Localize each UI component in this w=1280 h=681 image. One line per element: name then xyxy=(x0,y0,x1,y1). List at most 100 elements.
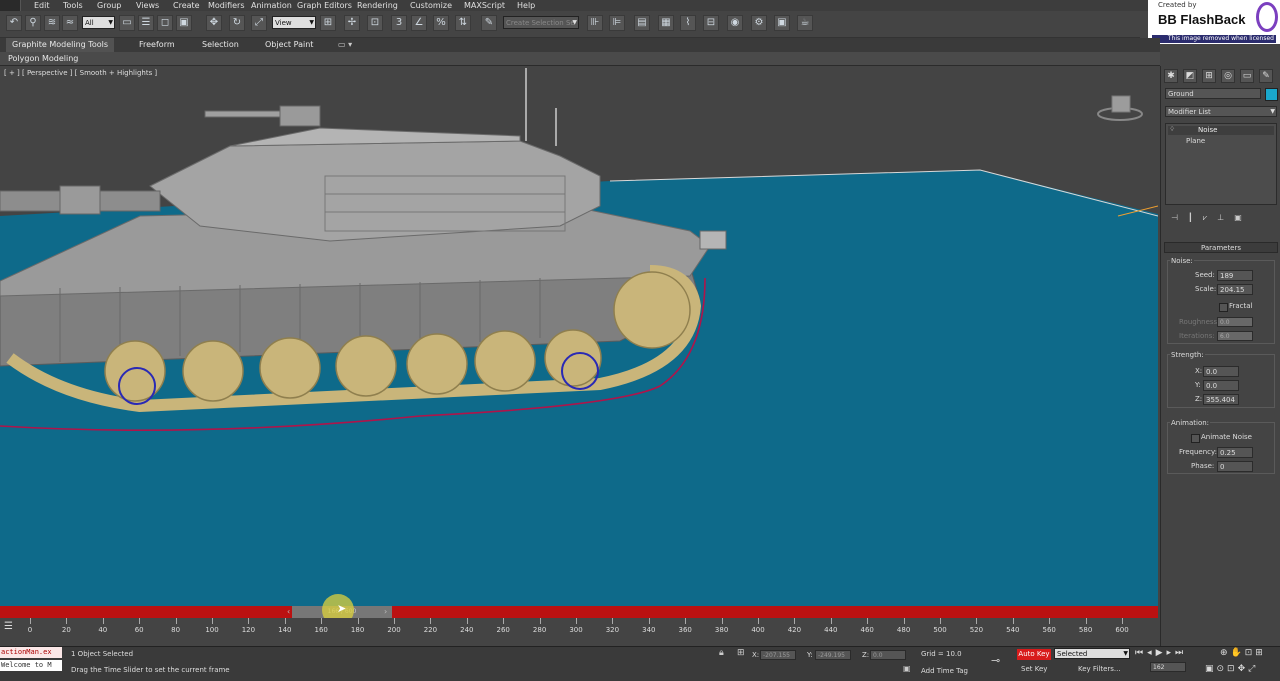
align-icon[interactable]: ⊫ xyxy=(609,15,625,31)
viewport-label[interactable]: [ + ] [ Perspective ] [ Smooth + Highlig… xyxy=(4,69,157,77)
menu-rendering[interactable]: Rendering xyxy=(357,0,398,11)
status-y-field[interactable]: -249.195 xyxy=(815,650,851,660)
named-selection-sets-dropdown[interactable]: Create Selection Se ▼ xyxy=(503,16,579,29)
viewport-navigation-controls-2[interactable]: ▣⊙⊡✥⤢ xyxy=(1205,664,1258,674)
roughness-spinner[interactable]: 0.0 xyxy=(1217,317,1253,327)
graphite-toggle-icon[interactable]: ▦ xyxy=(658,15,674,31)
menu-create[interactable]: Create xyxy=(173,0,200,11)
status-z-field[interactable]: 0.0 xyxy=(870,650,906,660)
mirror-icon[interactable]: ⊪ xyxy=(587,15,603,31)
render-production-icon[interactable]: ☕ xyxy=(797,15,813,31)
object-color-swatch[interactable] xyxy=(1265,88,1278,101)
curve-editor-icon[interactable]: ⌇ xyxy=(680,15,696,31)
menu-tools[interactable]: Tools xyxy=(63,0,83,11)
status-x-field[interactable]: -207.155 xyxy=(760,650,796,660)
bind-spacewarp-icon[interactable]: ≈ xyxy=(62,15,78,31)
tab-freeform[interactable]: Freeform xyxy=(139,38,175,52)
time-slider-prev-icon[interactable]: ‹ xyxy=(287,607,290,616)
keyboard-shortcut-icon[interactable]: ⊡ xyxy=(367,15,383,31)
rendered-frame-icon[interactable]: ▣ xyxy=(774,15,790,31)
selection-filter-dropdown[interactable]: All ▼ xyxy=(82,16,115,29)
hierarchy-panel-icon[interactable]: ⊞ xyxy=(1202,69,1216,83)
parameters-rollout-header[interactable]: Parameters xyxy=(1164,242,1278,253)
strength-y-spinner[interactable]: 0.0 xyxy=(1203,380,1239,391)
menu-animation[interactable]: Animation xyxy=(251,0,292,11)
menu-edit[interactable]: Edit xyxy=(34,0,50,11)
layer-manager-icon[interactable]: ▤ xyxy=(634,15,650,31)
select-link-icon[interactable]: ⚲ xyxy=(25,15,41,31)
display-panel-icon[interactable]: ▭ xyxy=(1240,69,1254,83)
select-manipulate-icon[interactable]: ✢ xyxy=(344,15,360,31)
material-editor-icon[interactable]: ◉ xyxy=(727,15,743,31)
phase-spinner[interactable]: 0 xyxy=(1217,461,1253,472)
fractal-checkbox[interactable] xyxy=(1219,303,1228,312)
strength-z-spinner[interactable]: 355.404 xyxy=(1203,394,1239,405)
mini-curve-editor-icon[interactable]: ☰ xyxy=(4,621,13,632)
tab-selection[interactable]: Selection xyxy=(202,38,239,52)
window-crossing-icon[interactable]: ▣ xyxy=(176,15,192,31)
maxscript-listener-line1[interactable]: actionMan.ex xyxy=(0,647,62,658)
scale-icon[interactable]: ⤢ xyxy=(251,15,267,31)
frequency-spinner[interactable]: 0.25 xyxy=(1217,447,1253,458)
modifier-list-dropdown[interactable]: Modifier List ▼ xyxy=(1165,106,1277,117)
menu-graph-editors[interactable]: Graph Editors xyxy=(297,0,352,11)
lightbulb-icon[interactable]: 💡︎ xyxy=(1170,126,1174,134)
menu-maxscript[interactable]: MAXScript xyxy=(464,0,505,11)
snaps-toggle-icon[interactable]: 3 xyxy=(391,15,407,31)
absolute-mode-icon[interactable]: ⊞ xyxy=(737,648,745,658)
spinner-snap-icon[interactable]: ⇅ xyxy=(455,15,471,31)
time-slider-track[interactable] xyxy=(0,606,1158,618)
move-icon[interactable]: ✥ xyxy=(206,15,222,31)
tab-graphite-modeling-tools[interactable]: Graphite Modeling Tools xyxy=(6,38,115,52)
current-frame-field[interactable]: 162 xyxy=(1150,662,1186,672)
key-filters-button[interactable]: Key Filters... xyxy=(1078,665,1121,673)
render-setup-icon[interactable]: ⚙ xyxy=(751,15,767,31)
menu-customize[interactable]: Customize xyxy=(410,0,452,11)
perspective-viewport[interactable]: [ + ] [ Perspective ] [ Smooth + Highlig… xyxy=(0,66,1158,606)
utilities-panel-icon[interactable]: ✎ xyxy=(1259,69,1273,83)
modify-panel-icon[interactable]: ◩ xyxy=(1183,69,1197,83)
region-select-icon[interactable]: ◻ xyxy=(157,15,173,31)
unlink-icon[interactable]: ≋ xyxy=(44,15,60,31)
playback-controls[interactable]: ⏮◂▶▸⏭ xyxy=(1135,648,1187,658)
percent-snap-icon[interactable]: % xyxy=(433,15,449,31)
application-button[interactable] xyxy=(0,0,21,11)
animate-noise-checkbox[interactable] xyxy=(1191,434,1200,443)
scale-spinner[interactable]: 204.15 xyxy=(1217,284,1253,295)
pivot-center-icon[interactable]: ⊞ xyxy=(320,15,336,31)
add-time-tag-button[interactable]: Add Time Tag xyxy=(921,667,968,675)
undo-icon[interactable]: ↶ xyxy=(6,15,22,31)
motion-panel-icon[interactable]: ◎ xyxy=(1221,69,1235,83)
lock-selection-icon[interactable]: 🔒︎ xyxy=(719,648,724,658)
menu-modifiers[interactable]: Modifiers xyxy=(208,0,245,11)
menu-views[interactable]: Views xyxy=(136,0,159,11)
set-key-button[interactable]: Set Key xyxy=(1021,665,1047,673)
select-by-name-icon[interactable]: ☰ xyxy=(138,15,154,31)
set-key-icon[interactable]: ⊸ xyxy=(991,654,1000,667)
iterations-spinner[interactable]: 6.0 xyxy=(1217,331,1253,341)
viewport-navigation-controls[interactable]: ⊕✋⊡⊞ xyxy=(1220,648,1266,658)
edit-named-selection-icon[interactable]: ✎ xyxy=(481,15,497,31)
select-object-icon[interactable]: ▭ xyxy=(119,15,135,31)
polygon-modeling-label[interactable]: Polygon Modeling xyxy=(8,52,78,65)
schematic-view-icon[interactable]: ⊟ xyxy=(703,15,719,31)
menu-group[interactable]: Group xyxy=(97,0,121,11)
seed-spinner[interactable]: 189 xyxy=(1217,270,1253,281)
object-name-field[interactable]: Ground xyxy=(1165,88,1261,99)
strength-x-spinner[interactable]: 0.0 xyxy=(1203,366,1239,377)
modifier-stack-item-noise[interactable]: 💡︎ Noise xyxy=(1168,126,1274,135)
create-panel-icon[interactable]: ✱ xyxy=(1164,69,1178,83)
ribbon-options-icon[interactable]: ▭ ▾ xyxy=(338,38,352,52)
auto-key-button[interactable]: Auto Key xyxy=(1017,649,1051,660)
tab-object-paint[interactable]: Object Paint xyxy=(265,38,313,52)
key-mode-dropdown[interactable]: Selected ▼ xyxy=(1054,648,1130,659)
menu-help[interactable]: Help xyxy=(517,0,535,11)
time-slider-next-icon[interactable]: › xyxy=(384,607,387,616)
modifier-stack-item-plane[interactable]: Plane xyxy=(1186,137,1205,145)
angle-snap-icon[interactable]: ∠ xyxy=(411,15,427,31)
rotate-icon[interactable]: ↻ xyxy=(229,15,245,31)
reference-coordinate-dropdown[interactable]: View ▼ xyxy=(272,16,316,29)
time-tag-icon[interactable]: ▣ xyxy=(903,664,911,673)
maxscript-listener-line2[interactable]: Welcome to M xyxy=(0,660,62,671)
stack-tools-icons[interactable]: ⊣┃⩗⊥▣ xyxy=(1171,213,1252,223)
